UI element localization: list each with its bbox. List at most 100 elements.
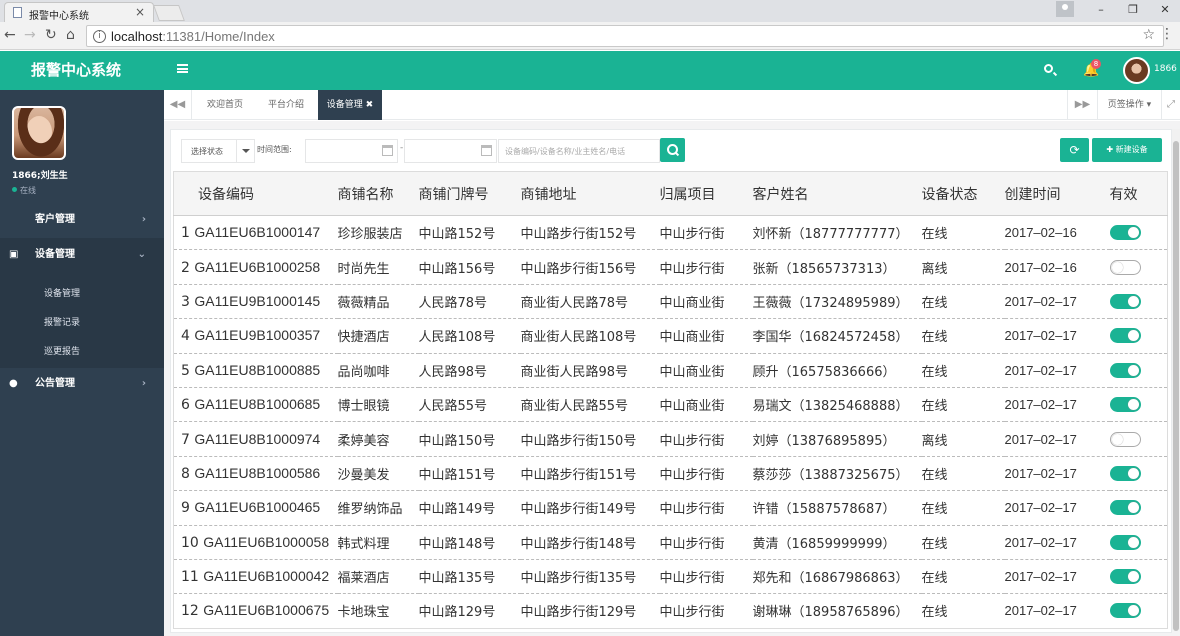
valid-toggle[interactable] bbox=[1109, 397, 1141, 413]
browser-menu-icon[interactable]: ⋮ bbox=[1160, 26, 1174, 42]
device-code: GA11EU8B1000974 bbox=[194, 430, 321, 447]
maximize-button[interactable]: ❐ bbox=[1118, 0, 1148, 20]
sidebar-avatar[interactable] bbox=[12, 106, 66, 160]
header-username[interactable]: 1866 bbox=[1154, 64, 1177, 74]
sidebar-subitem-patrol-report[interactable]: 巡更报告 bbox=[44, 344, 80, 357]
toggle-knob bbox=[1127, 330, 1139, 342]
device-status-cell: 在线 bbox=[921, 490, 1005, 526]
valid-toggle[interactable] bbox=[1109, 431, 1141, 447]
table-row[interactable]: 4 GA11EU9B1000357 快捷酒店 人民路108号 商业街人民路108号 中山… bbox=[173, 318, 1168, 354]
device-code-cell: 2 GA11EU6B1000258 bbox=[173, 249, 338, 285]
valid-cell bbox=[1109, 456, 1168, 492]
sidebar-subitem-alarm-records[interactable]: 报警记录 bbox=[44, 315, 80, 328]
table-row[interactable]: 10 GA11EU6B1000058 韩式料理 中山路148号 中山路步行街148号中… bbox=[173, 525, 1168, 560]
shop-address-cell: 商业街人民路78号 bbox=[520, 284, 660, 320]
refresh-button[interactable]: ⟳ bbox=[1060, 138, 1089, 162]
tabs-scroll-right-icon[interactable]: ▶▶ bbox=[1067, 90, 1097, 120]
device-code: GA11EU8B1000685 bbox=[194, 396, 321, 413]
column-header[interactable]: 创建时间 bbox=[1004, 171, 1110, 216]
table-row[interactable]: 1 GA11EU6B1000147 珍珍服装店 中山路152号 中山路步行街152号中… bbox=[173, 215, 1168, 251]
valid-toggle[interactable] bbox=[1109, 500, 1141, 516]
start-date-input[interactable] bbox=[305, 139, 398, 163]
browser-tab-title: 报警中心系统 bbox=[29, 11, 89, 22]
home-icon[interactable]: ⌂ bbox=[66, 27, 75, 43]
valid-toggle[interactable] bbox=[1109, 569, 1141, 585]
toggle-knob bbox=[1127, 605, 1139, 617]
search-button[interactable] bbox=[660, 138, 685, 162]
table-row[interactable]: 11 GA11EU6B1000042 福莱酒店 中山路135号 中山路步行街135号中… bbox=[173, 559, 1168, 595]
tab-welcome[interactable]: 欢迎首页 bbox=[196, 90, 254, 120]
valid-cell bbox=[1109, 421, 1168, 457]
table-row[interactable]: 9 GA11EU6B1000465 维罗纳饰品 中山路149号 中山路步行街149号中… bbox=[173, 490, 1168, 526]
valid-toggle[interactable] bbox=[1109, 362, 1141, 378]
tab-platform-intro[interactable]: 平台介绍 bbox=[256, 90, 316, 120]
column-header[interactable]: 设备编码 bbox=[173, 171, 338, 216]
sidebar-item-customers[interactable]: 客户管理 › bbox=[0, 203, 164, 237]
menu-toggle-icon[interactable] bbox=[177, 64, 188, 73]
table-row[interactable]: 2 GA11EU6B1000258 时尚先生 中山路156号 中山路步行街156号 中山… bbox=[173, 249, 1168, 285]
column-header[interactable]: 有效 bbox=[1109, 171, 1168, 216]
column-header[interactable]: 客户姓名 bbox=[752, 171, 922, 216]
tab-operations-dropdown[interactable]: 页签操作 ▾ bbox=[1097, 90, 1162, 120]
header-avatar[interactable] bbox=[1123, 57, 1150, 84]
toggle-knob bbox=[1127, 502, 1139, 514]
forward-icon[interactable]: → bbox=[24, 27, 36, 43]
browser-tab[interactable]: 报警中心系统 × bbox=[4, 2, 154, 22]
reload-icon[interactable]: ↻ bbox=[45, 27, 57, 43]
search-input[interactable] bbox=[499, 140, 659, 162]
bookmark-star-icon[interactable]: ☆ bbox=[1142, 27, 1155, 43]
valid-toggle[interactable] bbox=[1109, 225, 1141, 241]
shop-address-cell: 中山路步行街148号 bbox=[520, 525, 660, 560]
valid-toggle[interactable] bbox=[1109, 259, 1141, 275]
calendar-icon[interactable] bbox=[382, 145, 393, 156]
customer-cell: 易瑞文（13825468888） bbox=[752, 387, 922, 423]
column-header[interactable]: 归属项目 bbox=[659, 171, 753, 216]
header-search-icon[interactable] bbox=[1044, 64, 1053, 73]
calendar-icon[interactable] bbox=[481, 145, 492, 156]
valid-toggle[interactable] bbox=[1109, 293, 1141, 309]
door-number-cell: 中山路152号 bbox=[418, 215, 521, 251]
table-row[interactable]: 6 GA11EU8B1000685 博士眼镜 人民路55号 商业街人民路55号 中山商业… bbox=[173, 387, 1168, 423]
sidebar-item-announcements[interactable]: ● 公告管理 › bbox=[0, 367, 164, 401]
fullscreen-icon[interactable]: ⤢ bbox=[1167, 90, 1175, 120]
scrollbar[interactable] bbox=[1172, 129, 1180, 631]
table-row[interactable]: 12 GA11EU6B1000675 卡地珠宝 中山路129号 中山路步行街129号中… bbox=[174, 594, 1168, 628]
new-device-button[interactable]: ✚ 新建设备 bbox=[1092, 138, 1162, 162]
minimize-button[interactable]: – bbox=[1086, 0, 1116, 20]
valid-toggle[interactable] bbox=[1109, 465, 1141, 481]
column-header[interactable]: 设备状态 bbox=[921, 171, 1005, 216]
end-date-input[interactable] bbox=[404, 139, 497, 163]
valid-toggle[interactable] bbox=[1109, 603, 1141, 619]
device-code: GA11EU6B1000042 bbox=[203, 568, 330, 585]
column-header[interactable]: 商铺门牌号 bbox=[418, 171, 521, 216]
valid-toggle[interactable] bbox=[1109, 534, 1141, 550]
table-row[interactable]: 3 GA11EU9B1000145 薇薇精品 人民路78号 商业街人民路78号 中山商业… bbox=[173, 284, 1168, 320]
profile-icon[interactable] bbox=[1056, 1, 1074, 17]
table-row[interactable]: 5 GA11EU8B1000885 品尚咖啡 人民路98号 商业街人民路98号 中山商业… bbox=[173, 353, 1168, 388]
sidebar-item-devices[interactable]: ▣ 设备管理 ⌄ bbox=[0, 238, 164, 272]
tabs-scroll-left-icon[interactable]: ◀◀ bbox=[164, 90, 192, 120]
device-code: GA11EU8B1000586 bbox=[194, 464, 321, 481]
valid-cell bbox=[1109, 559, 1168, 595]
close-tab-icon[interactable]: × bbox=[135, 5, 145, 19]
device-code-cell: 10 GA11EU6B1000058 bbox=[173, 525, 338, 560]
scrollbar-thumb[interactable] bbox=[1173, 141, 1179, 631]
created-date-cell: 2017–02–16 bbox=[1004, 215, 1110, 251]
tab-device-management[interactable]: 设备管理 ✖ bbox=[318, 90, 382, 120]
valid-toggle[interactable] bbox=[1109, 328, 1141, 344]
column-header[interactable]: 商铺名称 bbox=[337, 171, 419, 216]
column-header[interactable]: 商铺地址 bbox=[520, 171, 660, 216]
new-tab-button[interactable] bbox=[153, 5, 185, 21]
url-field[interactable]: i localhost:11381/Home/Index ☆ bbox=[86, 25, 1164, 47]
sidebar-subitem-device-mgmt[interactable]: 设备管理 bbox=[44, 286, 80, 299]
page-favicon-icon bbox=[13, 7, 22, 18]
site-info-icon[interactable]: i bbox=[93, 30, 106, 43]
table-row[interactable]: 7 GA11EU8B1000974 柔婷美容 中山路150号 中山路步行街150号 中山… bbox=[173, 421, 1168, 457]
status-select[interactable]: 选择状态 bbox=[181, 139, 255, 163]
project-cell: 中山商业街 bbox=[659, 284, 753, 320]
created-date-cell: 2017–02–17 bbox=[1004, 318, 1110, 354]
table-row[interactable]: 8 GA11EU8B1000586 沙曼美发 中山路151号 中山路步行街151号 中山… bbox=[173, 456, 1168, 492]
close-window-button[interactable]: ✕ bbox=[1150, 0, 1180, 20]
back-icon[interactable]: ← bbox=[4, 27, 16, 43]
device-status-cell: 在线 bbox=[921, 559, 1005, 595]
